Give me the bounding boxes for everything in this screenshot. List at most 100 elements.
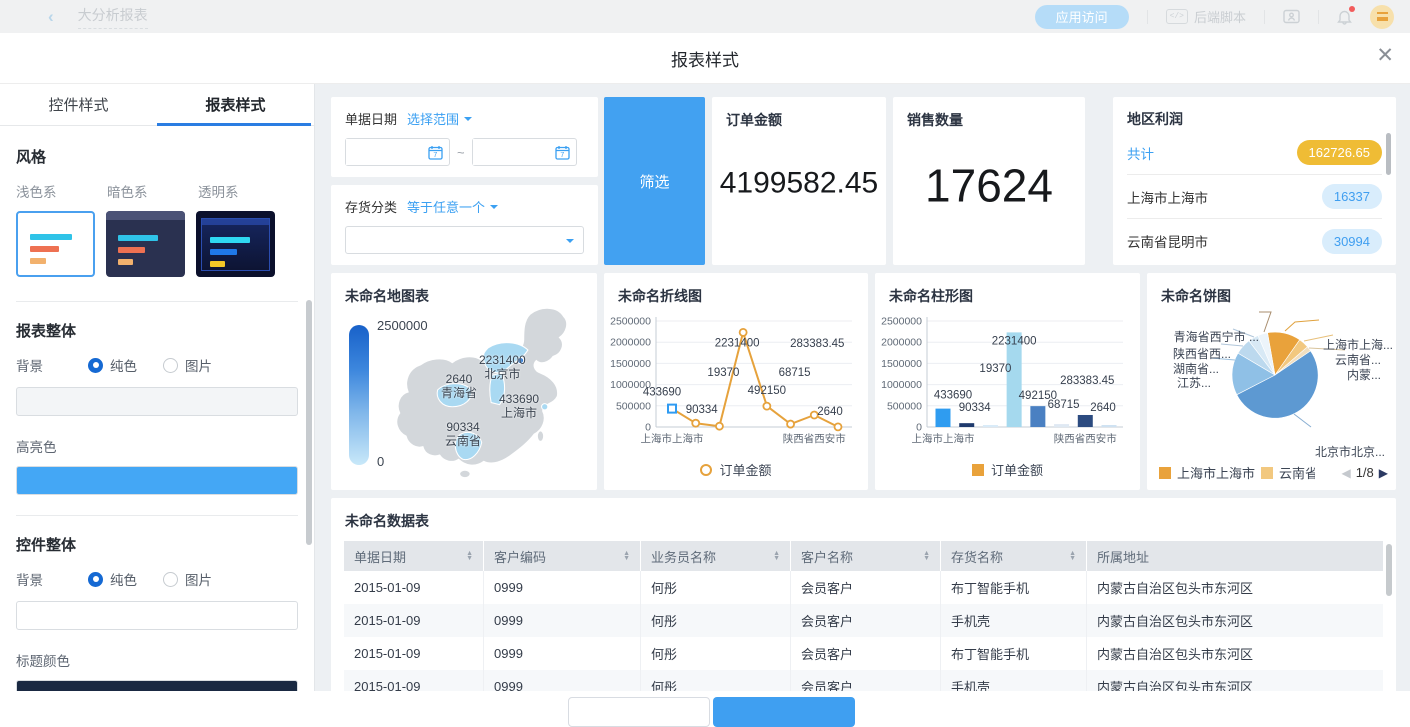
prev-page-icon[interactable]: ◀: [1341, 466, 1350, 480]
column-header[interactable]: 客户编码 ▲▼: [484, 541, 641, 571]
legend-pagination: ◀ 1/8 ▶: [1341, 465, 1388, 480]
sort-icon[interactable]: ▲▼: [1069, 551, 1076, 562]
report-bg-swatch[interactable]: [16, 387, 298, 416]
radio-image[interactable]: [163, 572, 178, 587]
report-title[interactable]: 大分析报表: [78, 5, 148, 29]
divider: [1147, 10, 1148, 24]
category-select[interactable]: [345, 226, 584, 254]
date-start-field[interactable]: [346, 139, 428, 165]
cancel-button[interactable]: [568, 697, 710, 727]
bar-chart-legend[interactable]: 订单金额: [875, 460, 1140, 479]
contact-card-icon[interactable]: [1283, 9, 1300, 24]
kpi-sales-qty-card: 销售数量 17624: [893, 97, 1085, 265]
date-operator-dropdown[interactable]: 选择范围: [407, 109, 472, 128]
pie-legend-items[interactable]: 上海市上海市 云南省昆明市: [1159, 463, 1315, 482]
widget-bg-swatch[interactable]: [16, 601, 298, 630]
table-body: 2015-01-090999何彤会员客户布丁智能手机内蒙古自治区包头市东河区20…: [344, 571, 1383, 691]
app-access-button[interactable]: 应用访问: [1035, 5, 1129, 29]
svg-text:68715: 68715: [1048, 399, 1080, 411]
svg-text:500000: 500000: [616, 400, 651, 412]
shanghai-marker: [542, 404, 548, 410]
kpi-title: 订单金额: [712, 97, 886, 130]
pie-callout-label: 内蒙...: [1347, 366, 1381, 383]
theme-labels: 浅色系 暗色系 透明系: [16, 181, 298, 201]
column-label: 客户名称: [801, 547, 853, 566]
pie-legend: 上海市上海市 云南省昆明市 ◀ 1/8 ▶: [1159, 463, 1388, 482]
date-end-field[interactable]: [473, 139, 555, 165]
filter-button[interactable]: 筛选: [604, 97, 705, 265]
close-icon[interactable]: ✕: [1376, 45, 1394, 66]
chevron-down-icon: [464, 117, 472, 125]
date-start-input[interactable]: 7: [345, 138, 450, 166]
table-scrollbar[interactable]: [1386, 544, 1392, 596]
table-row: 2015-01-090999何彤会员客户手机壳内蒙古自治区包头市东河区: [344, 670, 1383, 691]
svg-text:68715: 68715: [779, 367, 811, 379]
sidebar-scrollbar[interactable]: [306, 300, 312, 545]
category-filter-label: 存货分类: [345, 197, 397, 216]
column-label: 所属地址: [1097, 547, 1149, 566]
theme-light-thumbnail[interactable]: [16, 211, 95, 277]
user-avatar[interactable]: [1370, 5, 1394, 29]
sort-icon[interactable]: ▲▼: [773, 551, 780, 562]
notification-bell-icon[interactable]: [1337, 9, 1352, 25]
column-header[interactable]: 存货名称▲▼: [941, 541, 1087, 571]
region-label: 云南省昆明市: [1127, 231, 1208, 251]
theme-transparent-thumbnail[interactable]: [196, 211, 275, 277]
svg-text:0: 0: [645, 422, 651, 434]
confirm-button[interactable]: [713, 697, 855, 727]
theme-thumbnails: [16, 211, 298, 277]
theme-dark-thumbnail[interactable]: [106, 211, 185, 277]
table-cell: 会员客户: [791, 670, 941, 691]
table-cell: 手机壳: [941, 604, 1087, 637]
code-icon: </>: [1166, 9, 1188, 24]
divider: [16, 515, 298, 516]
calendar-icon[interactable]: 7: [428, 145, 443, 160]
svg-text:0: 0: [916, 422, 922, 434]
legend-label: 上海市上海市: [1177, 463, 1255, 482]
sidebar-content: 风格 浅色系 暗色系 透明系 报表整体 背景 纯色 图片 高亮色 控件整体 背景: [0, 126, 314, 705]
date-end-input[interactable]: 7: [472, 138, 577, 166]
table-cell: 2015-01-09: [344, 670, 484, 691]
report-section-title: 报表整体: [16, 320, 298, 341]
line-chart-legend[interactable]: 订单金额: [604, 460, 868, 479]
value-pill: 162726.65: [1297, 140, 1382, 165]
region-profit-scrollbar[interactable]: [1386, 133, 1391, 175]
svg-text:2640: 2640: [1090, 402, 1116, 414]
tab-report-style[interactable]: 报表样式: [157, 84, 314, 125]
column-header[interactable]: 客户名称 ▲▼: [791, 541, 941, 571]
theme-label-dark: 暗色系: [107, 181, 198, 201]
region-profit-row: 云南省昆明市30994: [1127, 219, 1382, 263]
highlight-label: 高亮色: [16, 436, 298, 456]
highlight-color-swatch[interactable]: [16, 466, 298, 495]
radio-solid-color[interactable]: [88, 358, 103, 373]
backend-script-button[interactable]: 后端脚本: [1194, 7, 1246, 26]
tab-widget-style[interactable]: 控件样式: [0, 84, 157, 125]
back-icon[interactable]: ‹: [48, 7, 54, 27]
sort-icon[interactable]: ▲▼: [623, 551, 630, 562]
table-row: 2015-01-090999何彤会员客户布丁智能手机内蒙古自治区包头市东河区: [344, 571, 1383, 604]
pie-chart-card: 未命名饼图 青海省西宁市 ... 陕西省西... 湖南省... 江苏... 上海…: [1147, 273, 1396, 490]
calendar-icon[interactable]: 7: [555, 145, 570, 160]
sort-icon[interactable]: ▲▼: [923, 551, 930, 562]
category-operator-dropdown[interactable]: 等于任意一个: [407, 197, 498, 216]
table-cell: 内蒙古自治区包头市东河区: [1087, 604, 1383, 637]
next-page-icon[interactable]: ▶: [1379, 466, 1388, 480]
date-filter-card: 单据日期 选择范围 7 ~ 7: [331, 97, 598, 177]
theme-label-transparent: 透明系: [198, 181, 289, 201]
table-cell: 何彤: [641, 670, 791, 691]
column-label: 客户编码: [494, 547, 546, 566]
radio-solid-color[interactable]: [88, 572, 103, 587]
svg-text:433690: 433690: [934, 390, 972, 402]
table-cell: 何彤: [641, 637, 791, 670]
region-profit-row: 共计162726.65: [1127, 131, 1382, 175]
svg-text:90334: 90334: [959, 402, 992, 414]
legend-label: 云南省昆明市: [1279, 463, 1315, 482]
column-header[interactable]: 单据日期▲▼: [344, 541, 484, 571]
radio-image[interactable]: [163, 358, 178, 373]
map-chart-card: 未命名地图表 2500000 0 2231400北京市 2640青海省 4336…: [331, 273, 597, 490]
column-header[interactable]: 业务员名称▲▼: [641, 541, 791, 571]
sort-icon[interactable]: ▲▼: [466, 551, 473, 562]
table-cell: 2015-01-09: [344, 571, 484, 604]
table-cell: 2015-01-09: [344, 637, 484, 670]
table-cell: 手机壳: [941, 670, 1087, 691]
